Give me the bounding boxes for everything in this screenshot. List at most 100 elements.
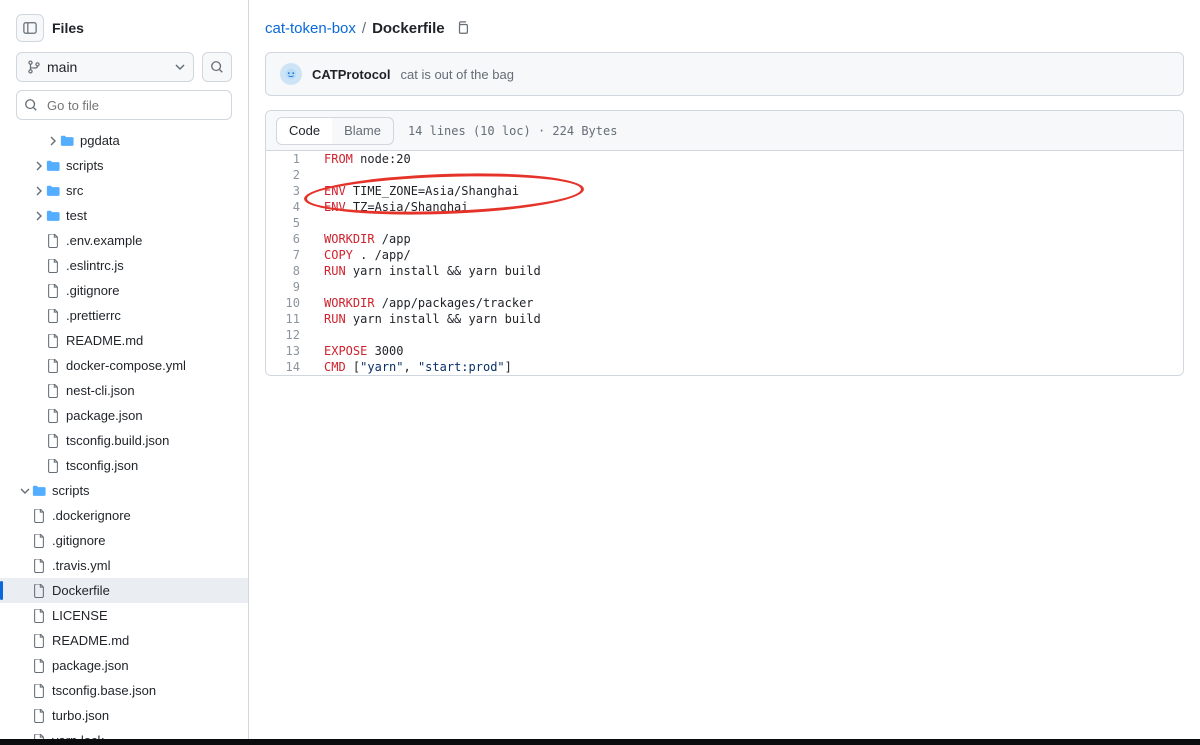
line-number[interactable]: 4 bbox=[266, 199, 312, 215]
tree-folder[interactable]: scripts bbox=[0, 153, 248, 178]
line-code[interactable]: COPY . /app/ bbox=[312, 247, 1183, 263]
file-icon bbox=[32, 684, 46, 698]
line-code[interactable]: CMD ["yarn", "start:prod"] bbox=[312, 359, 1183, 375]
folder-icon bbox=[46, 159, 60, 173]
blame-tab[interactable]: Blame bbox=[332, 118, 393, 144]
tree-file[interactable]: docker-compose.yml bbox=[0, 353, 248, 378]
tree-file[interactable]: tsconfig.json bbox=[0, 453, 248, 478]
code-line: 1FROM node:20 bbox=[266, 151, 1183, 167]
chevron-icon[interactable] bbox=[32, 186, 46, 196]
breadcrumb-repo-link[interactable]: cat-token-box bbox=[265, 20, 356, 37]
file-icon bbox=[46, 384, 60, 398]
tree-item-label: LICENSE bbox=[52, 608, 108, 623]
tree-file[interactable]: Dockerfile bbox=[0, 578, 248, 603]
code-card: Code Blame 14 lines (10 loc) · 224 Bytes… bbox=[265, 110, 1184, 376]
line-code[interactable]: RUN yarn install && yarn build bbox=[312, 311, 1183, 327]
line-number[interactable]: 11 bbox=[266, 311, 312, 327]
tree-file[interactable]: .prettierrc bbox=[0, 303, 248, 328]
branch-select[interactable]: main bbox=[16, 52, 194, 82]
breadcrumb-file: Dockerfile bbox=[372, 20, 445, 37]
line-number[interactable]: 2 bbox=[266, 167, 312, 183]
file-meta: 14 lines (10 loc) · 224 Bytes bbox=[408, 124, 618, 138]
main-content: cat-token-box / Dockerfile CATProtocol c… bbox=[249, 0, 1200, 745]
chevron-icon[interactable] bbox=[32, 161, 46, 171]
line-code[interactable]: WORKDIR /app/packages/tracker bbox=[312, 295, 1183, 311]
tree-item-label: package.json bbox=[52, 658, 129, 673]
tree-file[interactable]: turbo.json bbox=[0, 703, 248, 728]
tree-file[interactable]: tsconfig.build.json bbox=[0, 428, 248, 453]
line-number[interactable]: 14 bbox=[266, 359, 312, 375]
line-code[interactable] bbox=[312, 215, 1183, 231]
line-code[interactable]: FROM node:20 bbox=[312, 151, 1183, 167]
file-icon bbox=[32, 584, 46, 598]
file-icon bbox=[32, 709, 46, 723]
line-code[interactable] bbox=[312, 327, 1183, 343]
files-label: Files bbox=[52, 20, 84, 36]
goto-file-input[interactable] bbox=[16, 90, 232, 120]
code-blame-toggle: Code Blame bbox=[276, 117, 394, 145]
tree-file[interactable]: nest-cli.json bbox=[0, 378, 248, 403]
line-number[interactable]: 3 bbox=[266, 183, 312, 199]
line-number[interactable]: 1 bbox=[266, 151, 312, 167]
tree-folder[interactable]: src bbox=[0, 178, 248, 203]
tree-folder[interactable]: test bbox=[0, 203, 248, 228]
tree-item-label: .gitignore bbox=[66, 283, 119, 298]
line-code[interactable]: RUN yarn install && yarn build bbox=[312, 263, 1183, 279]
line-code[interactable] bbox=[312, 167, 1183, 183]
line-number[interactable]: 7 bbox=[266, 247, 312, 263]
line-number[interactable]: 8 bbox=[266, 263, 312, 279]
search-button[interactable] bbox=[202, 52, 232, 82]
line-code[interactable] bbox=[312, 279, 1183, 295]
folder-icon bbox=[32, 484, 46, 498]
tree-item-label: tsconfig.base.json bbox=[52, 683, 156, 698]
tree-item-label: nest-cli.json bbox=[66, 383, 135, 398]
line-number[interactable]: 13 bbox=[266, 343, 312, 359]
code-line: 7COPY . /app/ bbox=[266, 247, 1183, 263]
tree-item-label: README.md bbox=[52, 633, 129, 648]
tree-file[interactable]: README.md bbox=[0, 628, 248, 653]
tree-file[interactable]: tsconfig.base.json bbox=[0, 678, 248, 703]
file-icon bbox=[46, 284, 60, 298]
bottom-bar bbox=[0, 739, 1200, 745]
code-line: 14CMD ["yarn", "start:prod"] bbox=[266, 359, 1183, 375]
chevron-icon[interactable] bbox=[18, 486, 32, 496]
file-icon bbox=[46, 359, 60, 373]
line-number[interactable]: 5 bbox=[266, 215, 312, 231]
tree-file[interactable]: .env.example bbox=[0, 228, 248, 253]
line-number[interactable]: 12 bbox=[266, 327, 312, 343]
line-number[interactable]: 10 bbox=[266, 295, 312, 311]
code-line: 11RUN yarn install && yarn build bbox=[266, 311, 1183, 327]
tree-file[interactable]: README.md bbox=[0, 328, 248, 353]
tree-file[interactable]: .travis.yml bbox=[0, 553, 248, 578]
tree-item-label: scripts bbox=[52, 483, 90, 498]
code-line: 4ENV TZ=Asia/Shanghai bbox=[266, 199, 1183, 215]
tree-item-label: README.md bbox=[66, 333, 143, 348]
file-tree[interactable]: pgdatascriptssrctest.env.example.eslintr… bbox=[0, 128, 248, 745]
tree-folder[interactable]: scripts bbox=[0, 478, 248, 503]
line-number[interactable]: 9 bbox=[266, 279, 312, 295]
line-number[interactable]: 6 bbox=[266, 231, 312, 247]
chevron-icon[interactable] bbox=[32, 211, 46, 221]
copy-path-button[interactable] bbox=[451, 16, 475, 40]
line-code[interactable]: WORKDIR /app bbox=[312, 231, 1183, 247]
file-icon bbox=[32, 609, 46, 623]
tree-file[interactable]: LICENSE bbox=[0, 603, 248, 628]
tree-file[interactable]: package.json bbox=[0, 403, 248, 428]
tree-file[interactable]: .gitignore bbox=[0, 278, 248, 303]
tree-file[interactable]: package.json bbox=[0, 653, 248, 678]
latest-commit-bar[interactable]: CATProtocol cat is out of the bag bbox=[265, 52, 1184, 96]
code-tab[interactable]: Code bbox=[277, 118, 332, 144]
tree-folder[interactable]: pgdata bbox=[0, 128, 248, 153]
collapse-panel-button[interactable] bbox=[16, 14, 44, 42]
file-tree-sidebar: Files main pgdatascriptssrctest.env.exam… bbox=[0, 0, 249, 745]
tree-item-label: .travis.yml bbox=[52, 558, 111, 573]
tree-file[interactable]: .gitignore bbox=[0, 528, 248, 553]
line-code[interactable]: ENV TZ=Asia/Shanghai bbox=[312, 199, 1183, 215]
tree-file[interactable]: .eslintrc.js bbox=[0, 253, 248, 278]
tree-item-label: test bbox=[66, 208, 87, 223]
line-code[interactable]: ENV TIME_ZONE=Asia/Shanghai bbox=[312, 183, 1183, 199]
line-code[interactable]: EXPOSE 3000 bbox=[312, 343, 1183, 359]
tree-item-label: tsconfig.json bbox=[66, 458, 138, 473]
tree-file[interactable]: .dockerignore bbox=[0, 503, 248, 528]
chevron-icon[interactable] bbox=[46, 136, 60, 146]
